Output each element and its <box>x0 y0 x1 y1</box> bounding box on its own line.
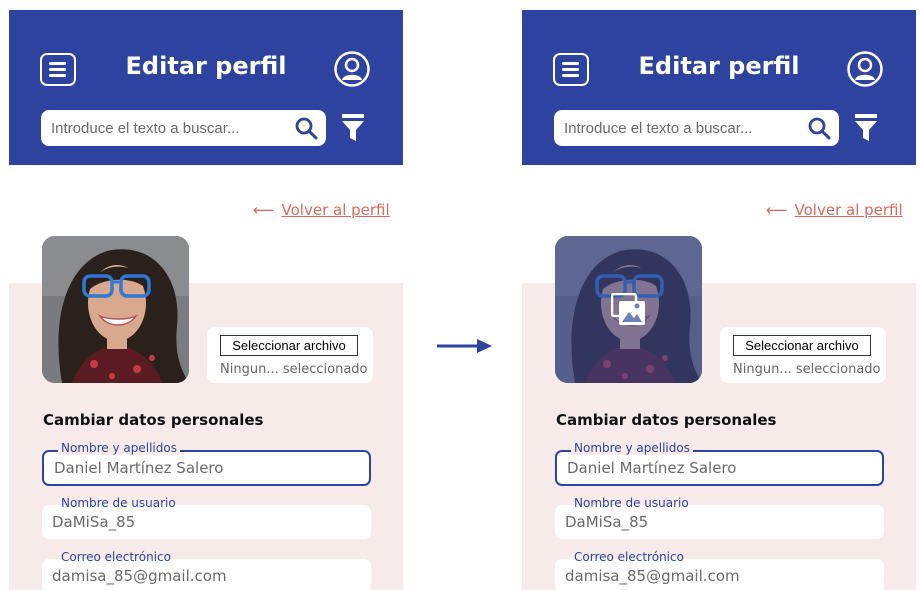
select-file-button[interactable]: Seleccionar archivo <box>733 335 871 356</box>
full-name-field: Nombre y apellidos <box>42 441 371 486</box>
email-input[interactable] <box>52 559 352 590</box>
search-icon[interactable] <box>294 116 318 140</box>
username-field: Nombre de usuario <box>42 496 371 539</box>
username-input[interactable] <box>52 505 352 539</box>
file-status: Ningun... seleccionado <box>733 362 881 377</box>
email-field: Correo electrónico <box>555 550 884 590</box>
full-name-input[interactable] <box>567 452 867 484</box>
search-input[interactable] <box>51 110 286 146</box>
change-photo-gallery-icon[interactable] <box>611 293 647 327</box>
full-name-input[interactable] <box>54 452 354 484</box>
arrow-left-icon: ⟵ <box>253 201 275 219</box>
full-name-field: Nombre y apellidos <box>555 441 884 486</box>
section-title: Cambiar datos personales <box>556 411 777 429</box>
arrow-left-icon: ⟵ <box>766 201 788 219</box>
profile-photo[interactable] <box>42 236 189 383</box>
username-field: Nombre de usuario <box>555 496 884 539</box>
back-to-profile-link[interactable]: ⟵ Volver al perfil <box>766 201 903 219</box>
file-upload-box: Seleccionar archivo Ningun... selecciona… <box>207 327 373 383</box>
file-status: Ningun... seleccionado <box>220 362 368 377</box>
section-title: Cambiar datos personales <box>43 411 264 429</box>
email-input[interactable] <box>565 559 865 590</box>
filter-icon[interactable] <box>342 114 364 142</box>
search-bar <box>41 110 326 146</box>
app-header: Editar perfil <box>9 10 403 165</box>
user-account-icon[interactable] <box>846 50 884 88</box>
select-file-button[interactable]: Seleccionar archivo <box>220 335 358 356</box>
search-input[interactable] <box>564 110 799 146</box>
file-upload-box: Seleccionar archivo Ningun... selecciona… <box>720 327 886 383</box>
username-input[interactable] <box>565 505 865 539</box>
back-to-profile-link[interactable]: ⟵ Volver al perfil <box>253 201 390 219</box>
filter-icon[interactable] <box>855 114 877 142</box>
app-header: Editar perfil <box>522 10 916 165</box>
user-account-icon[interactable] <box>333 50 371 88</box>
profile-screen-after: Editar perfil ⟵Volver al perfil <box>522 10 916 590</box>
profile-photo[interactable] <box>555 236 702 383</box>
transition-arrow-icon <box>437 339 492 353</box>
email-field: Correo electrónico <box>42 550 371 590</box>
search-bar <box>554 110 839 146</box>
search-icon[interactable] <box>807 116 831 140</box>
portrait-image <box>42 236 189 383</box>
profile-screen-before: Editar perfil ⟵Volver al perfil <box>9 10 403 590</box>
